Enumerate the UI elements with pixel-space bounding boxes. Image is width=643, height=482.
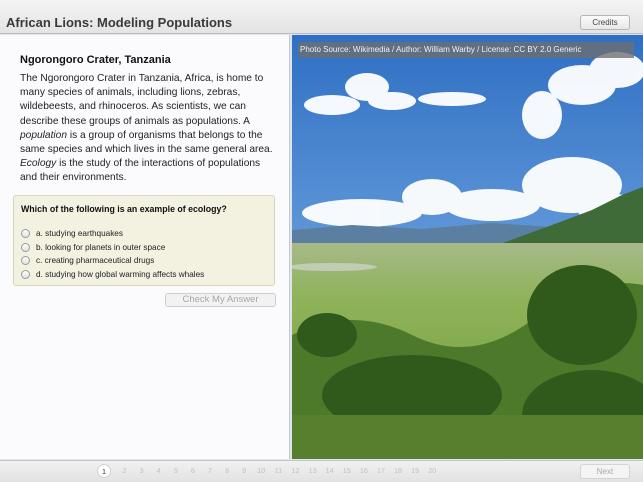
page-number[interactable]: 20 [424, 464, 441, 478]
page-number[interactable]: 19 [407, 464, 424, 478]
page-indicator: 1 2 3 4 5 6 7 8 9 10 11 12 13 14 15 16 17 18 19 20 [97, 464, 441, 478]
next-button[interactable]: Next [580, 464, 630, 479]
page-number[interactable]: 7 [201, 464, 218, 478]
bottom-navigation: 1 2 3 4 5 6 7 8 9 10 11 12 13 14 15 16 17 18 19 20 Next [0, 460, 643, 482]
app-title: African Lions: Modeling Populations [6, 15, 233, 30]
lesson-panel: Ngorongoro Crater, Tanzania The Ngorongo… [0, 35, 290, 459]
answer-option-c[interactable]: c. creating pharmaceutical drugs [21, 254, 204, 268]
paragraph-text: The Ngorongoro Crater in Tanzania, Afric… [20, 73, 264, 127]
page-number[interactable]: 16 [355, 464, 372, 478]
credits-button[interactable]: Credits [580, 15, 630, 30]
option-label: d. studying how global warming affects w… [36, 269, 205, 279]
radio-button[interactable] [21, 242, 30, 252]
page-number[interactable]: 11 [270, 464, 287, 478]
page-number[interactable]: 10 [253, 464, 270, 478]
page-number[interactable]: 18 [390, 464, 407, 478]
radio-button[interactable] [21, 229, 30, 239]
question-box: Which of the following is an example of … [13, 195, 275, 286]
page-number[interactable]: 14 [321, 464, 338, 478]
option-label: a. studying earthquakes [36, 229, 123, 239]
radio-button[interactable] [21, 269, 30, 279]
term-population: population [20, 129, 68, 141]
landscape-photo: Photo Source: Wikimedia / Author: Willia… [292, 35, 643, 459]
answer-options: a. studying earthquakes b. looking for p… [21, 227, 204, 281]
paragraph-text: is the study of the interactions of popu… [20, 158, 261, 184]
radio-button[interactable] [21, 256, 30, 266]
option-label: b. looking for planets in outer space [36, 242, 166, 252]
answer-option-a[interactable]: a. studying earthquakes [21, 227, 204, 241]
answer-option-d[interactable]: d. studying how global warming affects w… [21, 268, 204, 282]
page-number[interactable]: 9 [236, 464, 253, 478]
page-number[interactable]: 2 [116, 464, 133, 478]
page-number[interactable]: 17 [372, 464, 389, 478]
lesson-heading: Ngorongoro Crater, Tanzania [20, 54, 171, 66]
photo-caption: Photo Source: Wikimedia / Author: Willia… [298, 42, 634, 58]
question-text: Which of the following is an example of … [21, 204, 227, 214]
page-number[interactable]: 13 [304, 464, 321, 478]
check-answer-button[interactable]: Check My Answer [165, 293, 276, 307]
page-number[interactable]: 3 [133, 464, 150, 478]
page-number[interactable]: 8 [219, 464, 236, 478]
crater-landscape-image [292, 35, 643, 459]
page-number[interactable]: 5 [167, 464, 184, 478]
page-number[interactable]: 6 [184, 464, 201, 478]
answer-option-b[interactable]: b. looking for planets in outer space [21, 241, 204, 255]
page-number-current[interactable]: 1 [97, 464, 111, 478]
page-number[interactable]: 15 [338, 464, 355, 478]
term-ecology: Ecology [20, 158, 57, 170]
page-number[interactable]: 12 [287, 464, 304, 478]
page-number[interactable]: 4 [150, 464, 167, 478]
option-label: c. creating pharmaceutical drugs [36, 256, 155, 266]
lesson-paragraph: The Ngorongoro Crater in Tanzania, Afric… [20, 72, 276, 186]
top-toolbar: African Lions: Modeling Populations Cred… [0, 0, 643, 34]
